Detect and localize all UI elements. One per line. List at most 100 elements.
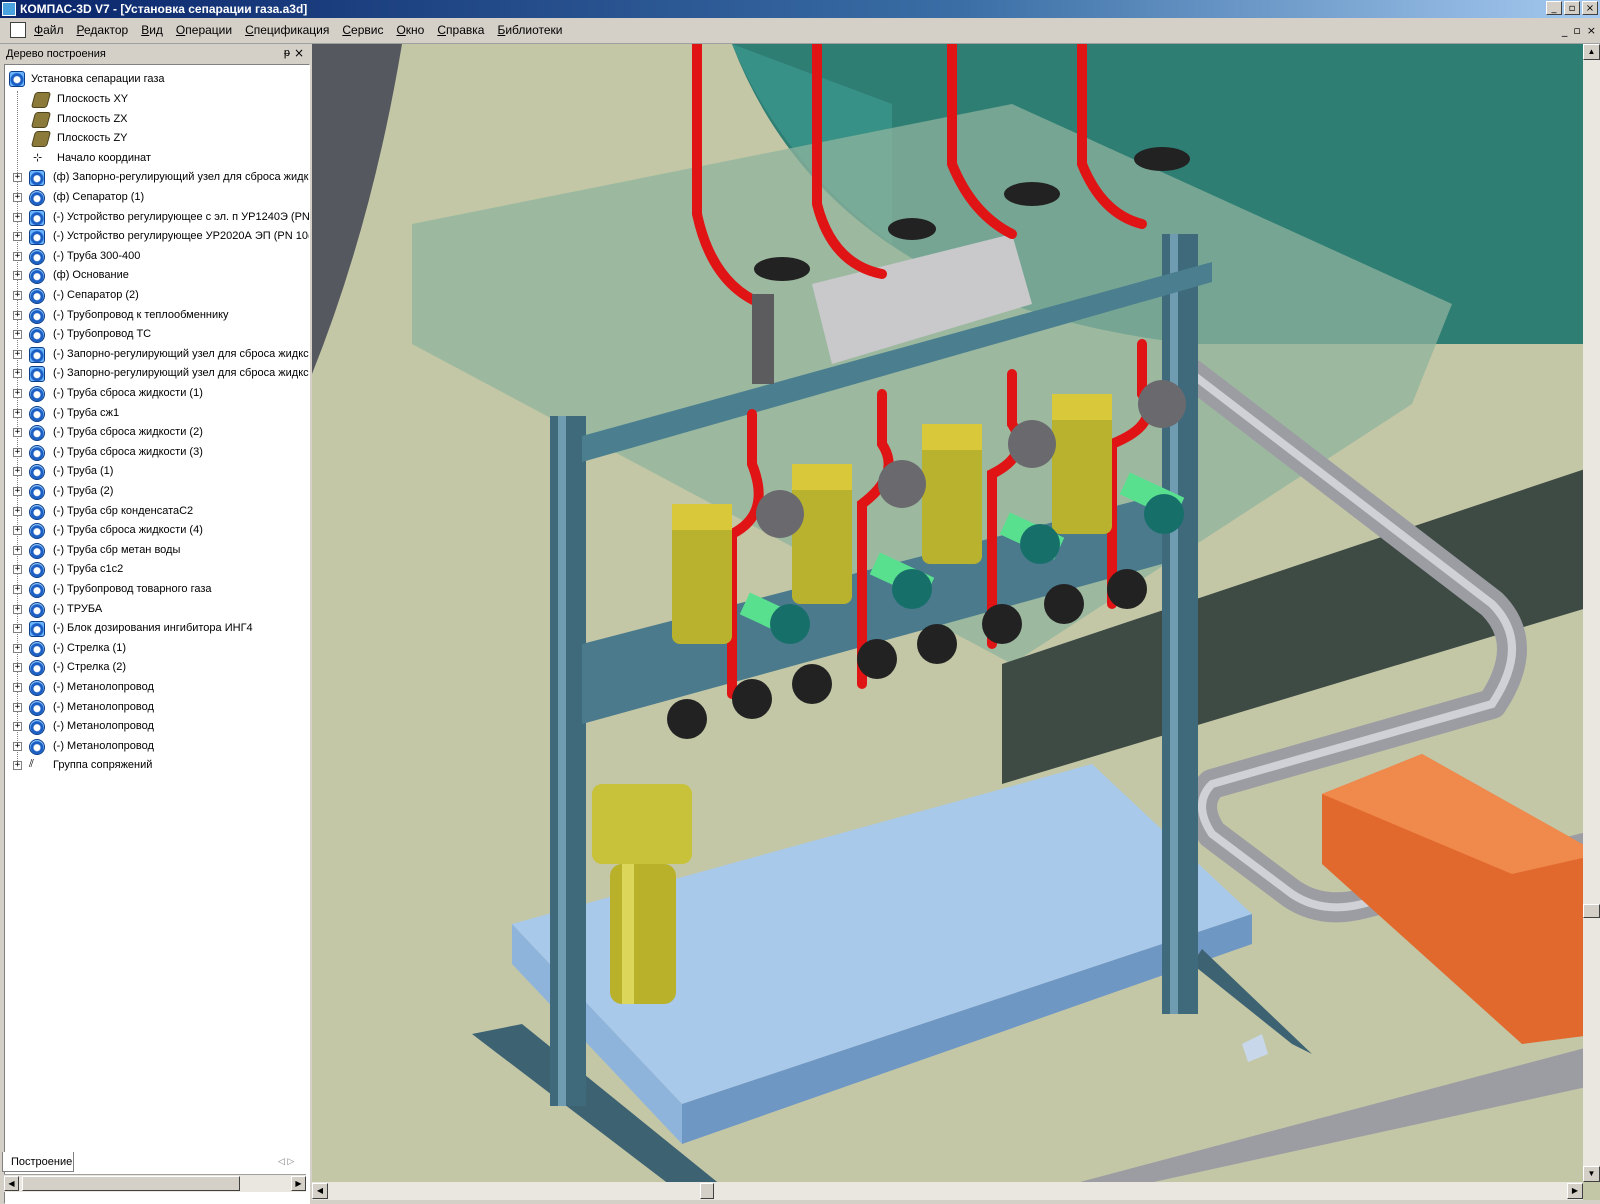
expand-toggle-icon[interactable]: +: [13, 330, 22, 340]
tree-item-label: (-) Блок дозирования ингибитора ИНГ4: [53, 622, 253, 635]
expand-toggle-icon[interactable]: +: [13, 741, 22, 751]
expand-toggle-icon[interactable]: +: [13, 487, 22, 496]
plane-icon: [30, 92, 52, 108]
tree-item-label: (-) Сепаратор (2): [53, 289, 139, 301]
tree-item-label: Плоскость ZX: [57, 112, 128, 125]
expand-toggle-icon[interactable]: +: [13, 526, 22, 536]
expand-toggle-icon[interactable]: +: [13, 604, 22, 614]
part-icon: [29, 405, 45, 422]
model-viewport[interactable]: [312, 44, 1600, 1200]
scroll-left-button[interactable]: ◀: [312, 1183, 328, 1199]
expand-toggle-icon[interactable]: +: [13, 565, 22, 575]
expand-toggle-icon[interactable]: +: [13, 212, 22, 222]
pin-icon[interactable]: ᵽ: [284, 47, 290, 59]
frame-post-left-highlight: [558, 416, 566, 1106]
tree-item-label: Начало координат: [57, 151, 151, 164]
menu-editor[interactable]: Редактор: [77, 23, 129, 37]
document-icon[interactable]: [10, 22, 26, 38]
expand-toggle-icon[interactable]: +: [13, 643, 22, 653]
tree-item-label: (-) Метанолопровод: [53, 739, 154, 752]
model-3d-scene[interactable]: [312, 44, 1600, 1200]
plane-icon: [30, 131, 52, 148]
mate-group-icon: ⫽: [29, 758, 34, 771]
expand-toggle-icon[interactable]: +: [13, 291, 22, 300]
viewport-vertical-scrollbar[interactable]: ▲ ▼: [1583, 44, 1600, 1182]
expand-toggle-icon[interactable]: +: [13, 428, 22, 438]
expand-toggle-icon[interactable]: +: [13, 506, 22, 516]
tree-item-label: (-) Трубопровод товарного газа: [53, 583, 212, 595]
menu-service[interactable]: Сервис: [342, 23, 383, 37]
expand-toggle-icon[interactable]: +: [13, 585, 22, 594]
menu-operations[interactable]: Операции: [176, 23, 232, 37]
tree-item-label: (-) Стрелка (2): [53, 661, 126, 674]
part-icon: [29, 562, 45, 579]
part-icon: [29, 523, 45, 540]
menu-help[interactable]: Справка: [437, 23, 484, 37]
frame-post-right: [1162, 234, 1198, 1014]
part-icon: [29, 444, 45, 461]
scroll-thumb[interactable]: [22, 1176, 240, 1191]
expand-toggle-icon[interactable]: +: [13, 193, 22, 202]
expand-toggle-icon[interactable]: +: [13, 467, 22, 477]
tab-scroll-arrows[interactable]: ◁ ▷: [278, 1156, 294, 1167]
tab-build[interactable]: Построение: [2, 1152, 74, 1172]
expand-toggle-icon[interactable]: +: [13, 761, 22, 771]
build-tree-panel: Дерево построения ᵽ × Установка сепараци…: [0, 44, 312, 1204]
part-icon: [29, 640, 45, 657]
expand-toggle-icon[interactable]: +: [13, 722, 22, 732]
close-button[interactable]: ×: [1582, 1, 1598, 15]
scroll-left-button[interactable]: ◀: [4, 1176, 19, 1191]
menu-view[interactable]: Вид: [141, 23, 163, 37]
menu-window[interactable]: Окно: [396, 23, 424, 37]
part-icon: [29, 307, 45, 324]
tree-item-label: (-) ТРУБА: [53, 602, 103, 615]
expand-toggle-icon[interactable]: +: [13, 624, 22, 634]
expand-toggle-icon[interactable]: +: [13, 349, 22, 359]
expand-toggle-icon[interactable]: +: [13, 369, 22, 379]
doc-close-button[interactable]: ×: [1587, 24, 1596, 37]
part-icon: [29, 190, 45, 206]
doc-minimize-button[interactable]: _: [1562, 24, 1568, 37]
window-title: КОМПАС-3D V7 - [Установка сепарации газа…: [20, 2, 308, 16]
part-icon: [29, 582, 45, 598]
title-bar: КОМПАС-3D V7 - [Установка сепарации газа…: [0, 0, 1600, 18]
expand-toggle-icon[interactable]: +: [13, 545, 22, 555]
expand-toggle-icon[interactable]: +: [13, 447, 22, 457]
menu-specification[interactable]: Спецификация: [245, 23, 329, 37]
vertical-scroll-thumb[interactable]: [1583, 904, 1600, 918]
panel-close-button[interactable]: ×: [294, 46, 304, 60]
minimize-button[interactable]: _: [1546, 1, 1562, 15]
scroll-up-button[interactable]: ▲: [1583, 44, 1600, 60]
expand-toggle-icon[interactable]: +: [13, 232, 22, 242]
restore-button[interactable]: ▫: [1564, 1, 1580, 15]
frame-post-left: [550, 416, 586, 1106]
viewport-horizontal-scrollbar[interactable]: ◀ ▶: [312, 1182, 1583, 1200]
expand-toggle-icon[interactable]: +: [13, 702, 22, 712]
tab-build-label: Построение: [11, 1156, 73, 1168]
menu-libraries[interactable]: Библиотеки: [497, 23, 562, 37]
expand-toggle-icon[interactable]: +: [13, 271, 22, 281]
expand-toggle-icon[interactable]: +: [13, 251, 22, 261]
scroll-right-button[interactable]: ▶: [291, 1176, 306, 1191]
expand-toggle-icon[interactable]: +: [13, 389, 22, 398]
tree-item-label: (-) Труба 300-400: [53, 249, 141, 262]
origin-icon: ⊹: [33, 151, 43, 164]
expand-toggle-icon[interactable]: +: [13, 683, 22, 692]
plane-icon: [30, 111, 52, 128]
tree-item-label: (-) Запорно-регулирующий узел для сброса…: [53, 367, 309, 380]
scroll-down-button[interactable]: ▼: [1583, 1166, 1600, 1182]
scroll-right-button[interactable]: ▶: [1567, 1183, 1583, 1199]
doc-restore-button[interactable]: ▫: [1573, 24, 1580, 37]
expand-toggle-icon[interactable]: +: [13, 173, 22, 183]
tree-item-label: (-) Стрелка (1): [53, 641, 126, 654]
expand-toggle-icon[interactable]: +: [13, 663, 22, 673]
panel-header: Дерево построения ᵽ ×: [2, 46, 310, 62]
tree-horizontal-scrollbar[interactable]: ◀ ▶: [4, 1174, 306, 1192]
expand-toggle-icon[interactable]: +: [13, 310, 22, 320]
horizontal-scroll-thumb[interactable]: [700, 1183, 714, 1199]
build-tree[interactable]: Установка сепарации газа Плоскость XY Пло…: [4, 64, 310, 1204]
tree-item-label: (-) Метанолопровод: [53, 700, 154, 713]
expand-toggle-icon[interactable]: +: [13, 408, 22, 418]
part-icon: [29, 660, 45, 677]
menu-file[interactable]: Файл: [34, 23, 64, 37]
